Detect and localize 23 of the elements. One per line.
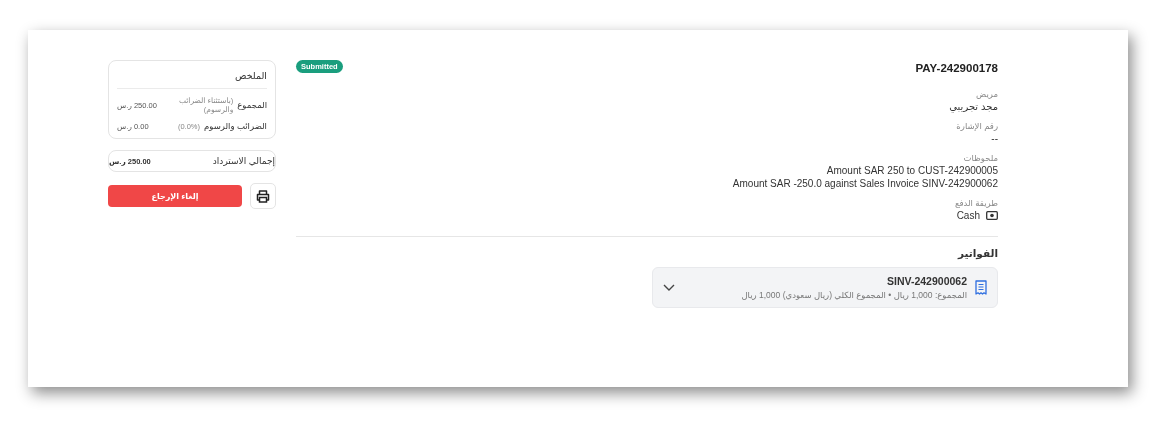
invoice-summary: المجموع: 1,000 ريال • المجموع الكلي (ريال سعودي) 1,000 ريال	[741, 290, 967, 300]
refund-total-label: إجمالي الاسترداد	[212, 156, 275, 166]
cancel-return-button[interactable]: إلغاء الإرجاع	[108, 185, 242, 207]
note-line: Amount SAR 250 to CUST-242900005	[826, 165, 998, 176]
summary-label: الضرائب والرسوم	[204, 121, 267, 131]
field-label: طريقة الدفع	[954, 198, 998, 208]
receipt-icon	[975, 280, 987, 295]
cash-icon	[986, 211, 998, 220]
note-line: Amount SAR -250.0 against Sales Invoice SINV-242900062	[732, 178, 998, 189]
section-title: الفواتير	[957, 247, 998, 259]
field-value: مجد تجريبي	[949, 101, 998, 112]
payment-title: PAY-242900178	[915, 62, 998, 74]
chevron-icon[interactable]	[663, 283, 675, 292]
printer-icon	[256, 189, 270, 203]
field-label: ملحوظات	[963, 153, 998, 163]
summary-title: الملخص	[117, 68, 267, 89]
field-value: --	[991, 133, 998, 144]
field-label: رقم الإشارة	[956, 121, 998, 131]
field-label: مريض	[975, 89, 998, 99]
summary-label: المجموع	[237, 100, 267, 110]
payment-method: Cash	[956, 210, 980, 221]
print-button[interactable]	[250, 183, 276, 209]
invoice-number: SINV-242900062	[887, 275, 967, 287]
